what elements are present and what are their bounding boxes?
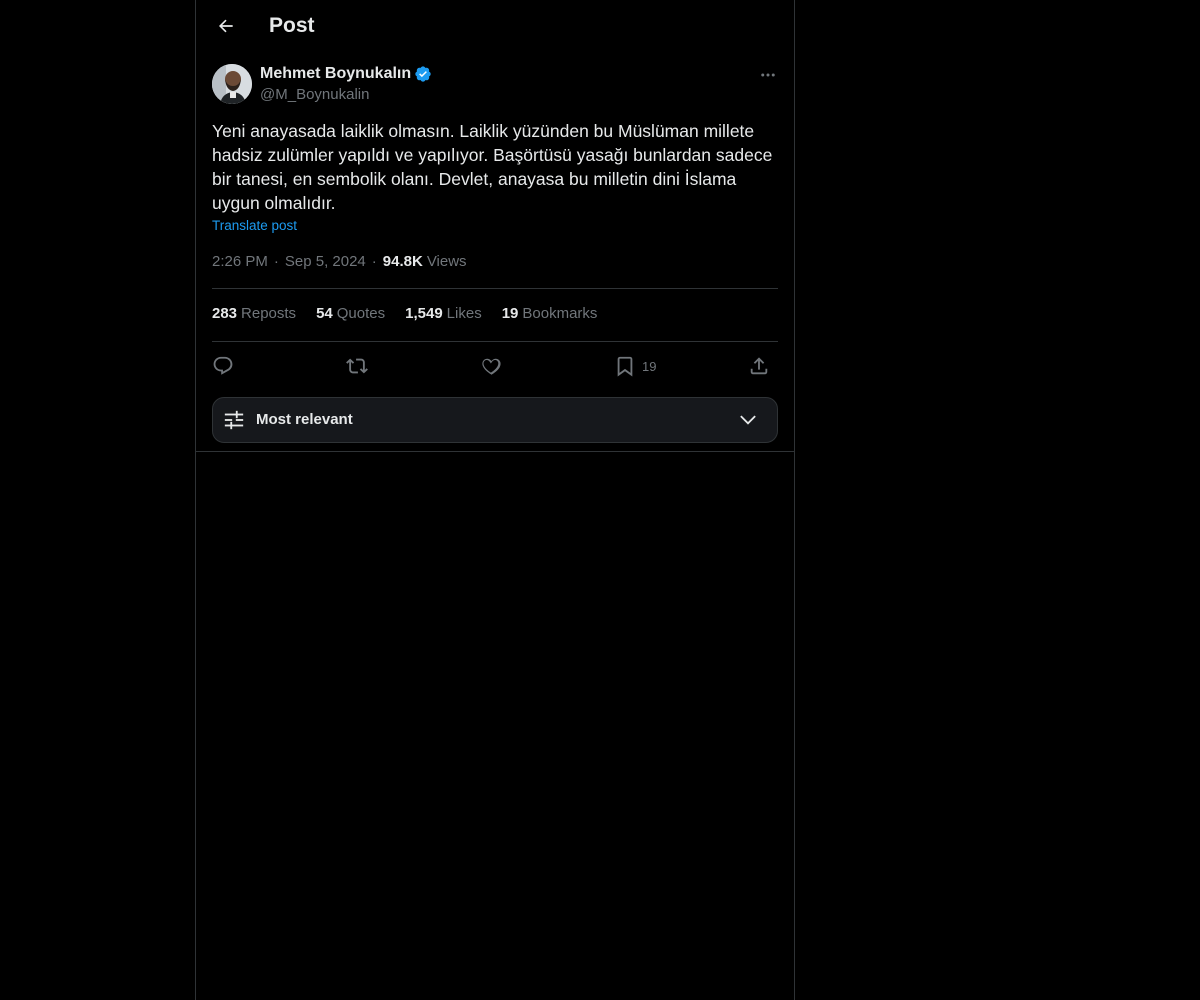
post-stats: 283 Reposts 54 Quotes 1,549 Likes 19 Bookmar… [212, 305, 617, 322]
repost-icon [346, 358, 368, 374]
post-time[interactable]: 2:26 PM [212, 253, 268, 270]
reply-icon [213, 356, 233, 375]
more-options-button[interactable] [756, 63, 780, 87]
reply-sort-dropdown[interactable]: Most relevant [212, 397, 778, 443]
bookmarks-count: 19 [501, 305, 519, 322]
author-name[interactable]: Mehmet Boynukalın [260, 65, 411, 83]
likes-label: Likes [446, 305, 482, 322]
more-icon [761, 73, 775, 77]
quotes-stat[interactable]: 54 Quotes [316, 305, 385, 322]
post-date[interactable]: Sep 5, 2024 [285, 253, 366, 270]
like-button[interactable] [480, 352, 502, 380]
bookmark-count: 19 [642, 358, 657, 374]
post-meta: 2:26 PM · Sep 5, 2024 · 94.8K Views [212, 253, 467, 270]
quotes-count: 54 [316, 305, 333, 322]
top-bar: Post [196, 0, 794, 53]
like-icon [482, 358, 501, 375]
action-bar: 19 [212, 352, 778, 380]
bookmarks-label: Bookmarks [522, 305, 598, 322]
author-name-row[interactable]: Mehmet Boynukalın [260, 65, 432, 83]
verified-badge-icon [415, 66, 431, 82]
bookmark-button[interactable]: 19 [614, 352, 656, 380]
separator: · [273, 253, 279, 270]
page-title: Post [269, 14, 315, 37]
views-label: Views [426, 253, 467, 270]
main-column: Post Mehmet Boynukalın @M_Boynukalin Yen… [195, 0, 795, 1000]
share-button[interactable] [748, 352, 770, 380]
chevron-down-icon [740, 415, 756, 425]
quotes-label: Quotes [336, 305, 386, 322]
likes-count: 1,549 [405, 305, 443, 322]
arrow-left-icon [219, 19, 233, 33]
reply-button[interactable] [212, 352, 234, 380]
sort-label: Most relevant [256, 411, 353, 428]
avatar[interactable] [212, 64, 252, 104]
bookmarks-stat[interactable]: 19 Bookmarks [502, 305, 598, 322]
reposts-label: Reposts [241, 305, 297, 322]
avatar-photo-icon [212, 64, 252, 104]
back-button[interactable] [208, 8, 244, 44]
reposts-count: 283 [212, 305, 238, 322]
separator: · [371, 253, 377, 270]
author-handle[interactable]: @M_Boynukalin [260, 86, 369, 103]
translate-post-link[interactable]: Translate post [212, 218, 297, 233]
divider [196, 451, 794, 452]
bookmark-icon [617, 356, 633, 377]
sliders-icon [224, 410, 244, 430]
share-icon [750, 357, 768, 375]
views-count: 94.8K [382, 253, 423, 270]
repost-button[interactable] [346, 352, 368, 380]
divider [212, 341, 778, 342]
likes-stat[interactable]: 1,549 Likes [405, 305, 482, 322]
post-text: Yeni anayasada laiklik olmasın. Laiklik … [212, 121, 778, 213]
divider [212, 288, 778, 289]
reposts-stat[interactable]: 283 Reposts [212, 305, 296, 322]
